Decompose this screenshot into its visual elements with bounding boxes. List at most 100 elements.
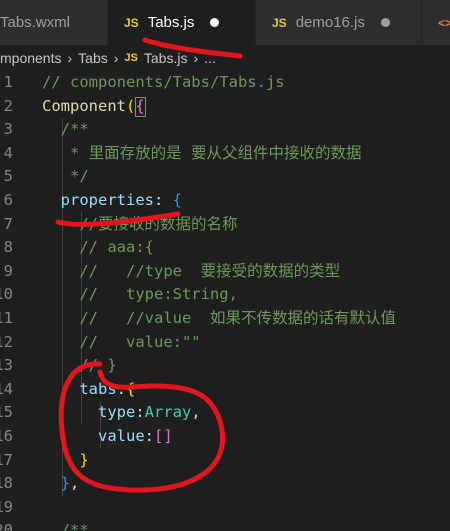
line-number-text: 18 <box>0 474 13 493</box>
code-token: properties <box>60 191 154 209</box>
line-number-text: 8 <box>3 238 13 257</box>
code-line[interactable]: 15 type:Array, <box>0 401 450 425</box>
line-number: 18 <box>0 472 13 496</box>
code-token: // value:"" <box>42 332 201 351</box>
code-line[interactable]: 5 */ <box>0 165 450 189</box>
code-line[interactable]: 17 } <box>0 449 450 473</box>
line-number-text: 16 <box>0 427 13 445</box>
code-line[interactable]: 19 <box>0 496 450 520</box>
code-text: value:[] <box>42 425 173 449</box>
code-line[interactable]: 1 // components/Tabs/Tabs.js <box>0 71 450 95</box>
code-text: }, <box>42 472 80 496</box>
code-token: [] <box>154 427 173 445</box>
line-number-text: 13 <box>0 356 13 375</box>
line-number: 2 <box>0 95 13 119</box>
editor-tab-bar: Tabs.wxml JS Tabs.js JS demo16.js <> <box>0 0 450 45</box>
code-text: } <box>42 449 89 473</box>
code-line[interactable]: 12 // value:"" <box>0 331 450 355</box>
line-number: 20 <box>0 519 13 531</box>
line-number-text: 9 <box>3 261 13 280</box>
code-text: // //value 如果不传数据的话有默认值 <box>42 307 396 331</box>
tab-label: Tabs.js <box>147 14 195 31</box>
code-token: /** <box>42 120 89 139</box>
editor-tab-2[interactable]: JS demo16.js <box>256 0 422 45</box>
code-line[interactable]: 10 // type:String, <box>0 283 450 307</box>
line-number-text: 10 <box>0 285 13 304</box>
code-token: , <box>191 403 201 422</box>
code-text: // type:String, <box>42 283 238 307</box>
code-line[interactable]: 2 Component({ <box>0 95 450 119</box>
code-line[interactable]: 16 value:[] <box>0 425 450 449</box>
breadcrumb: mponents › Tabs › JS Tabs.js › ... <box>0 45 450 71</box>
line-number: 19 <box>0 496 13 520</box>
code-text: // value:"" <box>42 331 201 355</box>
line-number: 7 <box>0 213 13 237</box>
code-line[interactable]: 4 * 里面存放的是 要从父组件中接收的数据 <box>0 142 450 166</box>
chevron-right-icon: › <box>67 50 73 66</box>
code-token: // type:String, <box>42 285 238 304</box>
line-number: 4 <box>0 142 13 166</box>
code-line[interactable]: 20 /** <box>0 519 450 531</box>
line-number: 15 <box>0 401 13 425</box>
code-token: , <box>70 474 80 493</box>
code-token: } <box>60 474 71 493</box>
code-token: tabs <box>79 379 117 398</box>
line-number: 6 <box>0 189 13 213</box>
code-token: // } <box>42 356 117 375</box>
line-number-text: 15 <box>0 403 13 422</box>
code-token: : <box>144 427 155 445</box>
unsaved-dot-icon[interactable] <box>380 18 390 27</box>
editor-tab-0[interactable]: Tabs.wxml <box>0 0 108 45</box>
code-line[interactable]: 9 // //type 要接受的数据的类型 <box>0 260 450 284</box>
js-file-icon: JS <box>272 15 287 30</box>
line-number: 3 <box>0 118 13 142</box>
line-number-text: 5 <box>3 167 13 186</box>
code-line[interactable]: 7 //要接收的数据的名称 <box>0 213 450 237</box>
line-number-text: 11 <box>0 309 13 327</box>
editor-tab-3[interactable]: <> <box>422 0 450 45</box>
line-number-text: 2 <box>3 96 13 115</box>
code-token: : <box>154 191 173 209</box>
code-token: /** <box>42 521 89 531</box>
line-number: 11 <box>0 307 13 331</box>
code-line[interactable]: 11 // //value 如果不传数据的话有默认值 <box>0 307 450 331</box>
editor-tab-1[interactable]: JS Tabs.js <box>108 0 256 45</box>
code-token: */ <box>42 167 89 186</box>
code-line[interactable]: 3 /** <box>0 118 450 142</box>
line-number: 13 <box>0 354 13 378</box>
code-line[interactable]: 8 // aaa:{ <box>0 236 450 260</box>
code-text: /** <box>42 118 89 142</box>
code-token: { <box>126 379 136 398</box>
code-token: * 里面存放的是 要从父组件中接收的数据 <box>42 143 362 162</box>
code-token: type <box>98 403 136 422</box>
breadcrumb-folder-tabs[interactable]: Tabs <box>78 50 108 66</box>
unsaved-dot-icon[interactable] <box>210 18 220 27</box>
code-editor[interactable]: 1// components/Tabs/Tabs.js 2 Component({3… <box>0 71 450 531</box>
code-text: // components/Tabs/Tabs.js <box>42 71 285 95</box>
code-token: // components/Tabs/Tabs.js <box>42 73 285 91</box>
code-token: } <box>79 450 89 469</box>
code-line[interactable]: 14 tabs:{ <box>0 378 450 402</box>
line-number-text: 3 <box>3 120 13 139</box>
breadcrumb-file[interactable]: Tabs.js <box>144 50 188 66</box>
breadcrumb-folder-components[interactable]: mponents <box>0 50 61 66</box>
code-text: tabs:{ <box>42 378 135 402</box>
line-number-text: 20 <box>0 521 13 531</box>
line-number: 14 <box>0 378 13 402</box>
breadcrumb-more[interactable]: ... <box>204 50 216 66</box>
code-token: // //value 如果不传数据的话有默认值 <box>42 309 396 327</box>
line-number-text: 17 <box>0 450 13 469</box>
code-line[interactable]: 18 }, <box>0 472 450 496</box>
chevron-right-icon: › <box>193 50 199 66</box>
line-number: 17 <box>0 449 13 473</box>
line-number-text: 19 <box>0 497 13 516</box>
code-text: // } <box>42 354 117 378</box>
code-token: ( <box>126 96 136 115</box>
code-line[interactable]: 13 // } <box>0 354 450 378</box>
code-line[interactable]: 6 properties: { <box>0 189 450 213</box>
